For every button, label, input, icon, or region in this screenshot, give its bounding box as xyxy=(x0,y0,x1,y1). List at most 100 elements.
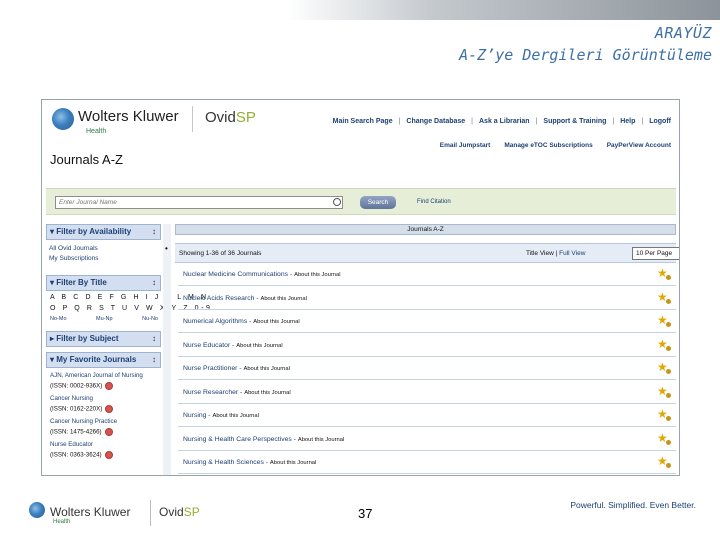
about-journal-link[interactable]: About this Journal xyxy=(260,296,306,302)
wolters-kluwer-logo-icon xyxy=(52,108,74,130)
wolters-kluwer-logo: Wolters Kluwer xyxy=(78,108,179,125)
per-page-select[interactable]: 10 Per Page▼ xyxy=(632,247,680,260)
journal-row: Nuclear Medicine Communications - About … xyxy=(178,263,676,286)
email-jumpstart-link[interactable]: Email Jumpstart xyxy=(440,142,491,149)
help-link[interactable]: Help xyxy=(620,118,635,125)
favorite-journal-name[interactable]: AJN, American Journal of Nursing xyxy=(50,372,143,379)
add-favorite-star-icon[interactable]: ★ xyxy=(657,408,671,421)
my-subscriptions-link[interactable]: My Subscriptions xyxy=(49,255,99,262)
favorites-header[interactable]: ▾ My Favorite Journals ↕ xyxy=(46,352,161,368)
footer-divider xyxy=(150,500,151,526)
collapse-icon: ↕ xyxy=(152,334,156,343)
panel-splitter[interactable]: • xyxy=(163,224,171,475)
add-favorite-star-icon[interactable]: ★ xyxy=(657,455,671,468)
add-favorite-star-icon[interactable]: ★ xyxy=(657,267,671,280)
journal-title-link[interactable]: Numerical Algorithms - About this Journa… xyxy=(183,318,300,325)
top-nav: Main Search Page | Change Database | Ask a… xyxy=(332,118,671,125)
journal-title-link[interactable]: Nursing - About this Journal xyxy=(183,412,259,419)
remove-favorite-icon[interactable] xyxy=(104,428,113,436)
about-journal-link[interactable]: About this Journal xyxy=(212,413,258,419)
footer-wolters-kluwer-logo: Wolters Kluwer xyxy=(50,505,131,519)
title-view-option[interactable]: Title View xyxy=(526,250,554,257)
favorite-journal-name[interactable]: Cancer Nursing xyxy=(50,395,93,402)
slide-title-line2: A-Z’ye Dergileri Görüntüleme xyxy=(459,46,712,64)
collapse-icon: ↕ xyxy=(152,355,156,364)
search-icon[interactable] xyxy=(333,198,341,206)
about-journal-link[interactable]: About this Journal xyxy=(270,460,316,466)
journal-row: Nurse Researcher - About this Journal ★ xyxy=(178,381,676,404)
slide-title: ARAYÜZ A-Z’ye Dergileri Görüntüleme xyxy=(459,22,712,66)
search-button[interactable]: Search xyxy=(360,196,396,209)
journal-title-link[interactable]: Nursing & Health Sciences - About this J… xyxy=(183,459,316,466)
chevron-down-icon: ▼ xyxy=(679,248,680,259)
ask-librarian-link[interactable]: Ask a Librarian xyxy=(479,118,530,125)
journal-title-link[interactable]: Nurse Educator - About this Journal xyxy=(183,342,283,349)
journal-row: Nurse Educator - About this Journal ★ xyxy=(178,334,676,357)
search-band: Search Find Citation xyxy=(46,188,676,215)
add-favorite-star-icon[interactable]: ★ xyxy=(657,314,671,327)
about-journal-link[interactable]: About this Journal xyxy=(298,437,344,443)
main-search-link[interactable]: Main Search Page xyxy=(333,118,393,125)
slide-title-line1: ARAYÜZ xyxy=(654,24,712,42)
favorite-journal-issn: (ISSN: 0363-3624) xyxy=(50,451,113,459)
favorite-journal-name[interactable]: Nurse Educator xyxy=(50,441,93,448)
journal-row: Nursing - About this Journal ★ xyxy=(178,404,676,427)
logoff-link[interactable]: Logoff xyxy=(649,118,671,125)
journal-row: Nurse Practitioner - About this Journal ★ xyxy=(178,357,676,380)
favorite-journal-name[interactable]: Cancer Nursing Practice xyxy=(50,418,117,425)
journal-title-link[interactable]: Nurse Researcher - About this Journal xyxy=(183,389,291,396)
footer-health-label: Health xyxy=(53,519,71,525)
health-label: Health xyxy=(86,128,107,135)
add-favorite-star-icon[interactable]: ★ xyxy=(657,385,671,398)
about-journal-link[interactable]: About this Journal xyxy=(244,390,290,396)
list-header: Journals A-Z xyxy=(175,224,676,235)
about-journal-link[interactable]: About this Journal xyxy=(236,343,282,349)
add-favorite-star-icon[interactable]: ★ xyxy=(657,338,671,351)
footer-tagline: Powerful. Simplified. Even Better. xyxy=(570,500,696,510)
slide-top-bar xyxy=(0,0,720,20)
range-link[interactable]: Mu-Np xyxy=(96,316,113,322)
support-training-link[interactable]: Support & Training xyxy=(543,118,606,125)
find-citation-link[interactable]: Find Citation xyxy=(417,199,451,205)
journal-title-link[interactable]: Nursing & Health Care Perspectives - Abo… xyxy=(183,436,344,443)
list-toolbar: Showing 1-36 of 36 Journals Title View |… xyxy=(175,243,679,263)
journal-row: Nursing & Health Sciences - About this J… xyxy=(178,451,676,474)
manage-etoc-link[interactable]: Manage eTOC Subscriptions xyxy=(504,142,592,149)
favorite-journal-issn: (ISSN: 0002-936X) xyxy=(50,382,114,390)
all-ovid-journals-link[interactable]: All Ovid Journals xyxy=(49,245,98,252)
about-journal-link[interactable]: About this Journal xyxy=(243,366,289,372)
payperview-link[interactable]: PayPerView Account xyxy=(607,142,671,149)
about-journal-link[interactable]: About this Journal xyxy=(253,319,299,325)
results-count: Showing 1-36 of 36 Journals xyxy=(179,250,262,257)
journal-row: Nucleic Acids Research - About this Jour… xyxy=(178,287,676,310)
remove-favorite-icon[interactable] xyxy=(105,405,114,413)
remove-favorite-icon[interactable] xyxy=(104,451,113,459)
add-favorite-star-icon[interactable]: ★ xyxy=(657,291,671,304)
filter-title-header[interactable]: ▾ Filter By Title ↕ xyxy=(46,275,161,291)
splitter-handle-icon: • xyxy=(165,244,168,253)
add-favorite-star-icon[interactable]: ★ xyxy=(657,432,671,445)
range-link[interactable]: Nu-No xyxy=(142,316,158,322)
screenshot-frame: Wolters Kluwer Health OvidSP Main Search… xyxy=(41,99,680,476)
journal-title-link[interactable]: Nucleic Acids Research - About this Jour… xyxy=(183,295,307,302)
favorite-journal-issn: (ISSN: 0162-220X) xyxy=(50,405,114,413)
add-favorite-star-icon[interactable]: ★ xyxy=(657,361,671,374)
journal-search-input[interactable] xyxy=(55,196,343,209)
change-database-link[interactable]: Change Database xyxy=(406,118,465,125)
filter-availability-header[interactable]: ▾ Filter by Availability ↕ xyxy=(46,224,161,240)
about-journal-link[interactable]: About this Journal xyxy=(294,272,340,278)
full-view-link[interactable]: Full View xyxy=(559,250,585,257)
journal-list-panel: Journals A-Z Showing 1-36 of 36 Journals… xyxy=(175,224,679,475)
page-title: Journals A-Z xyxy=(50,152,123,167)
range-link[interactable]: No-Mo xyxy=(50,316,67,322)
journal-title-link[interactable]: Nuclear Medicine Communications - About … xyxy=(183,271,340,278)
sub-nav: Email Jumpstart Manage eTOC Subscription… xyxy=(440,142,671,149)
journal-row: Nursing & Health Care Perspectives - Abo… xyxy=(178,428,676,451)
journal-row: Numerical Algorithms - About this Journa… xyxy=(178,310,676,333)
favorite-journal-issn: (ISSN: 1475-4266) xyxy=(50,428,113,436)
journal-title-link[interactable]: Nurse Practitioner - About this Journal xyxy=(183,365,290,372)
remove-favorite-icon[interactable] xyxy=(105,382,114,390)
ovidsp-logo: OvidSP xyxy=(205,109,256,126)
filter-subject-header[interactable]: ▸ Filter by Subject ↕ xyxy=(46,331,161,347)
logo-divider xyxy=(192,106,193,132)
